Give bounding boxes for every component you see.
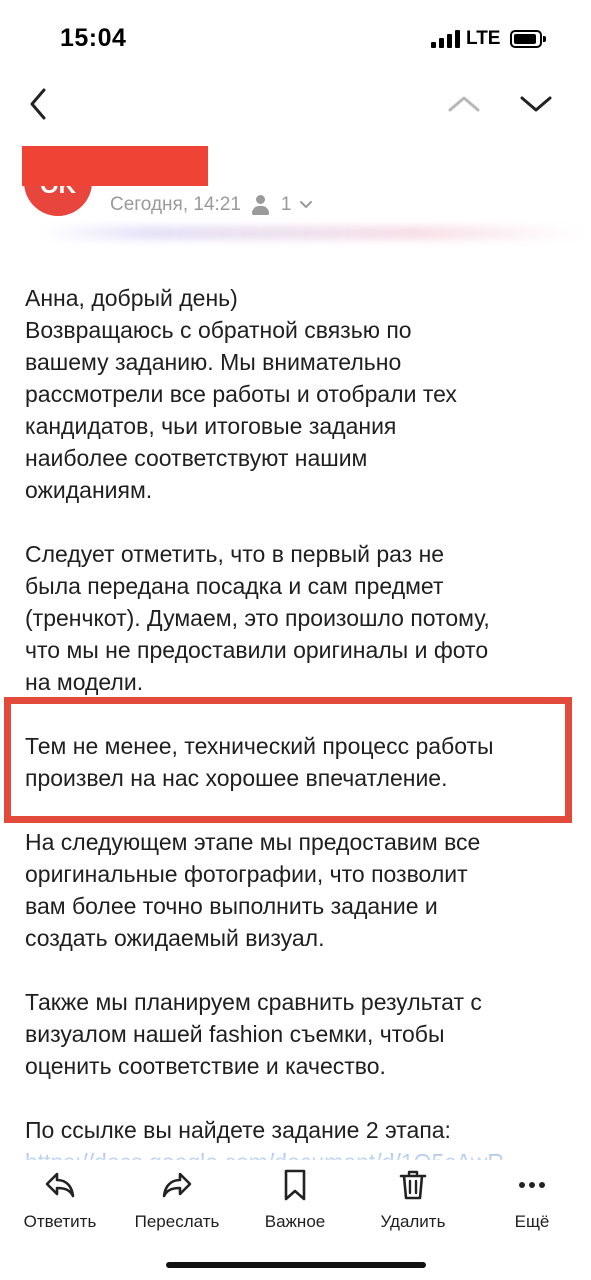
forward-icon <box>162 1172 192 1198</box>
text-line: Анна, добрый день) <box>25 285 238 311</box>
chevron-up-icon <box>448 96 480 112</box>
text-line: Также мы планируем сравнить результат с <box>25 989 482 1015</box>
network-type: LTE <box>466 28 501 49</box>
text-line: на модели. <box>25 669 144 695</box>
chevron-left-icon <box>30 88 46 120</box>
status-bar: 15:04 LTE <box>0 0 591 70</box>
delete-label: Удалить <box>380 1212 446 1231</box>
bookmark-icon <box>284 1169 306 1201</box>
message-date: Сегодня, 14:21 <box>110 194 241 215</box>
text-line: создать ожидаемый визуал. <box>25 925 325 951</box>
back-button[interactable] <box>20 84 60 124</box>
redacted-sender-name <box>22 146 208 186</box>
message-paragraph: На следующем этапе мы предоставим все ор… <box>25 826 570 954</box>
message-paragraph: Также мы планируем сравнить результат с … <box>25 986 570 1082</box>
message-paragraph: Следует отметить, что в первый раз не бы… <box>25 538 570 698</box>
text-line: оценить соответствие и качество. <box>25 1053 386 1079</box>
text-line: Следует отметить, что в первый раз не <box>25 541 445 567</box>
text-line: наиболее соответствуют нашим <box>25 445 368 471</box>
more-button[interactable]: Ещё <box>500 1168 564 1240</box>
signal-icon <box>431 30 461 48</box>
reply-icon <box>45 1172 75 1198</box>
message-paragraph: Анна, добрый день) Возвращаюсь с обратно… <box>25 282 570 506</box>
text-line: Возвращаюсь с обратной связью по <box>25 317 412 343</box>
chevron-down-icon <box>520 96 552 112</box>
next-message-button[interactable] <box>512 84 560 124</box>
text-line: кандидатов, чьи итоговые задания <box>25 413 397 439</box>
link-intro: По ссылке вы найдете задание 2 этапа: <box>25 1117 451 1143</box>
previous-message-button[interactable] <box>440 84 488 124</box>
text-line: что мы не предоставили оригиналы и фото <box>25 637 489 663</box>
reply-label: Ответить <box>23 1212 97 1231</box>
more-icon <box>519 1182 545 1188</box>
trash-icon <box>399 1170 427 1200</box>
message-meta[interactable]: Сегодня, 14:21 1 <box>110 192 314 218</box>
text-line: рассмотрели все работы и отобрали тех <box>25 381 457 407</box>
reply-button[interactable]: Ответить <box>14 1168 106 1240</box>
important-label: Важное <box>264 1212 326 1231</box>
text-line: вашему заданию. Мы внимательно <box>25 349 402 375</box>
more-label: Ещё <box>514 1212 550 1231</box>
text-line: вам более точно выполнить задание и <box>25 893 438 919</box>
status-time: 15:04 <box>60 24 127 52</box>
text-line: ожиданиям. <box>25 477 153 503</box>
important-button[interactable]: Важное <box>254 1168 336 1240</box>
forward-label: Переслать <box>134 1212 220 1231</box>
highlight-annotation <box>4 697 572 823</box>
person-icon <box>251 194 269 216</box>
text-line: На следующем этапе мы предоставим все <box>25 829 481 855</box>
battery-icon <box>510 30 546 48</box>
forward-button[interactable]: Переслать <box>124 1168 230 1240</box>
chevron-down-icon <box>299 201 312 208</box>
delete-button[interactable]: Удалить <box>370 1168 456 1240</box>
text-line: была передана посадка и сам предмет <box>25 573 444 599</box>
text-line: (тренчкот). Думаем, это произошло потому… <box>25 605 490 631</box>
text-line: оригинальные фотографии, что позволит <box>25 861 468 887</box>
home-indicator[interactable] <box>166 1262 426 1268</box>
text-line: визуалом нашей fashion съемки, чтобы <box>25 1021 445 1047</box>
header-divider <box>40 226 580 240</box>
recipients-count: 1 <box>280 194 292 215</box>
